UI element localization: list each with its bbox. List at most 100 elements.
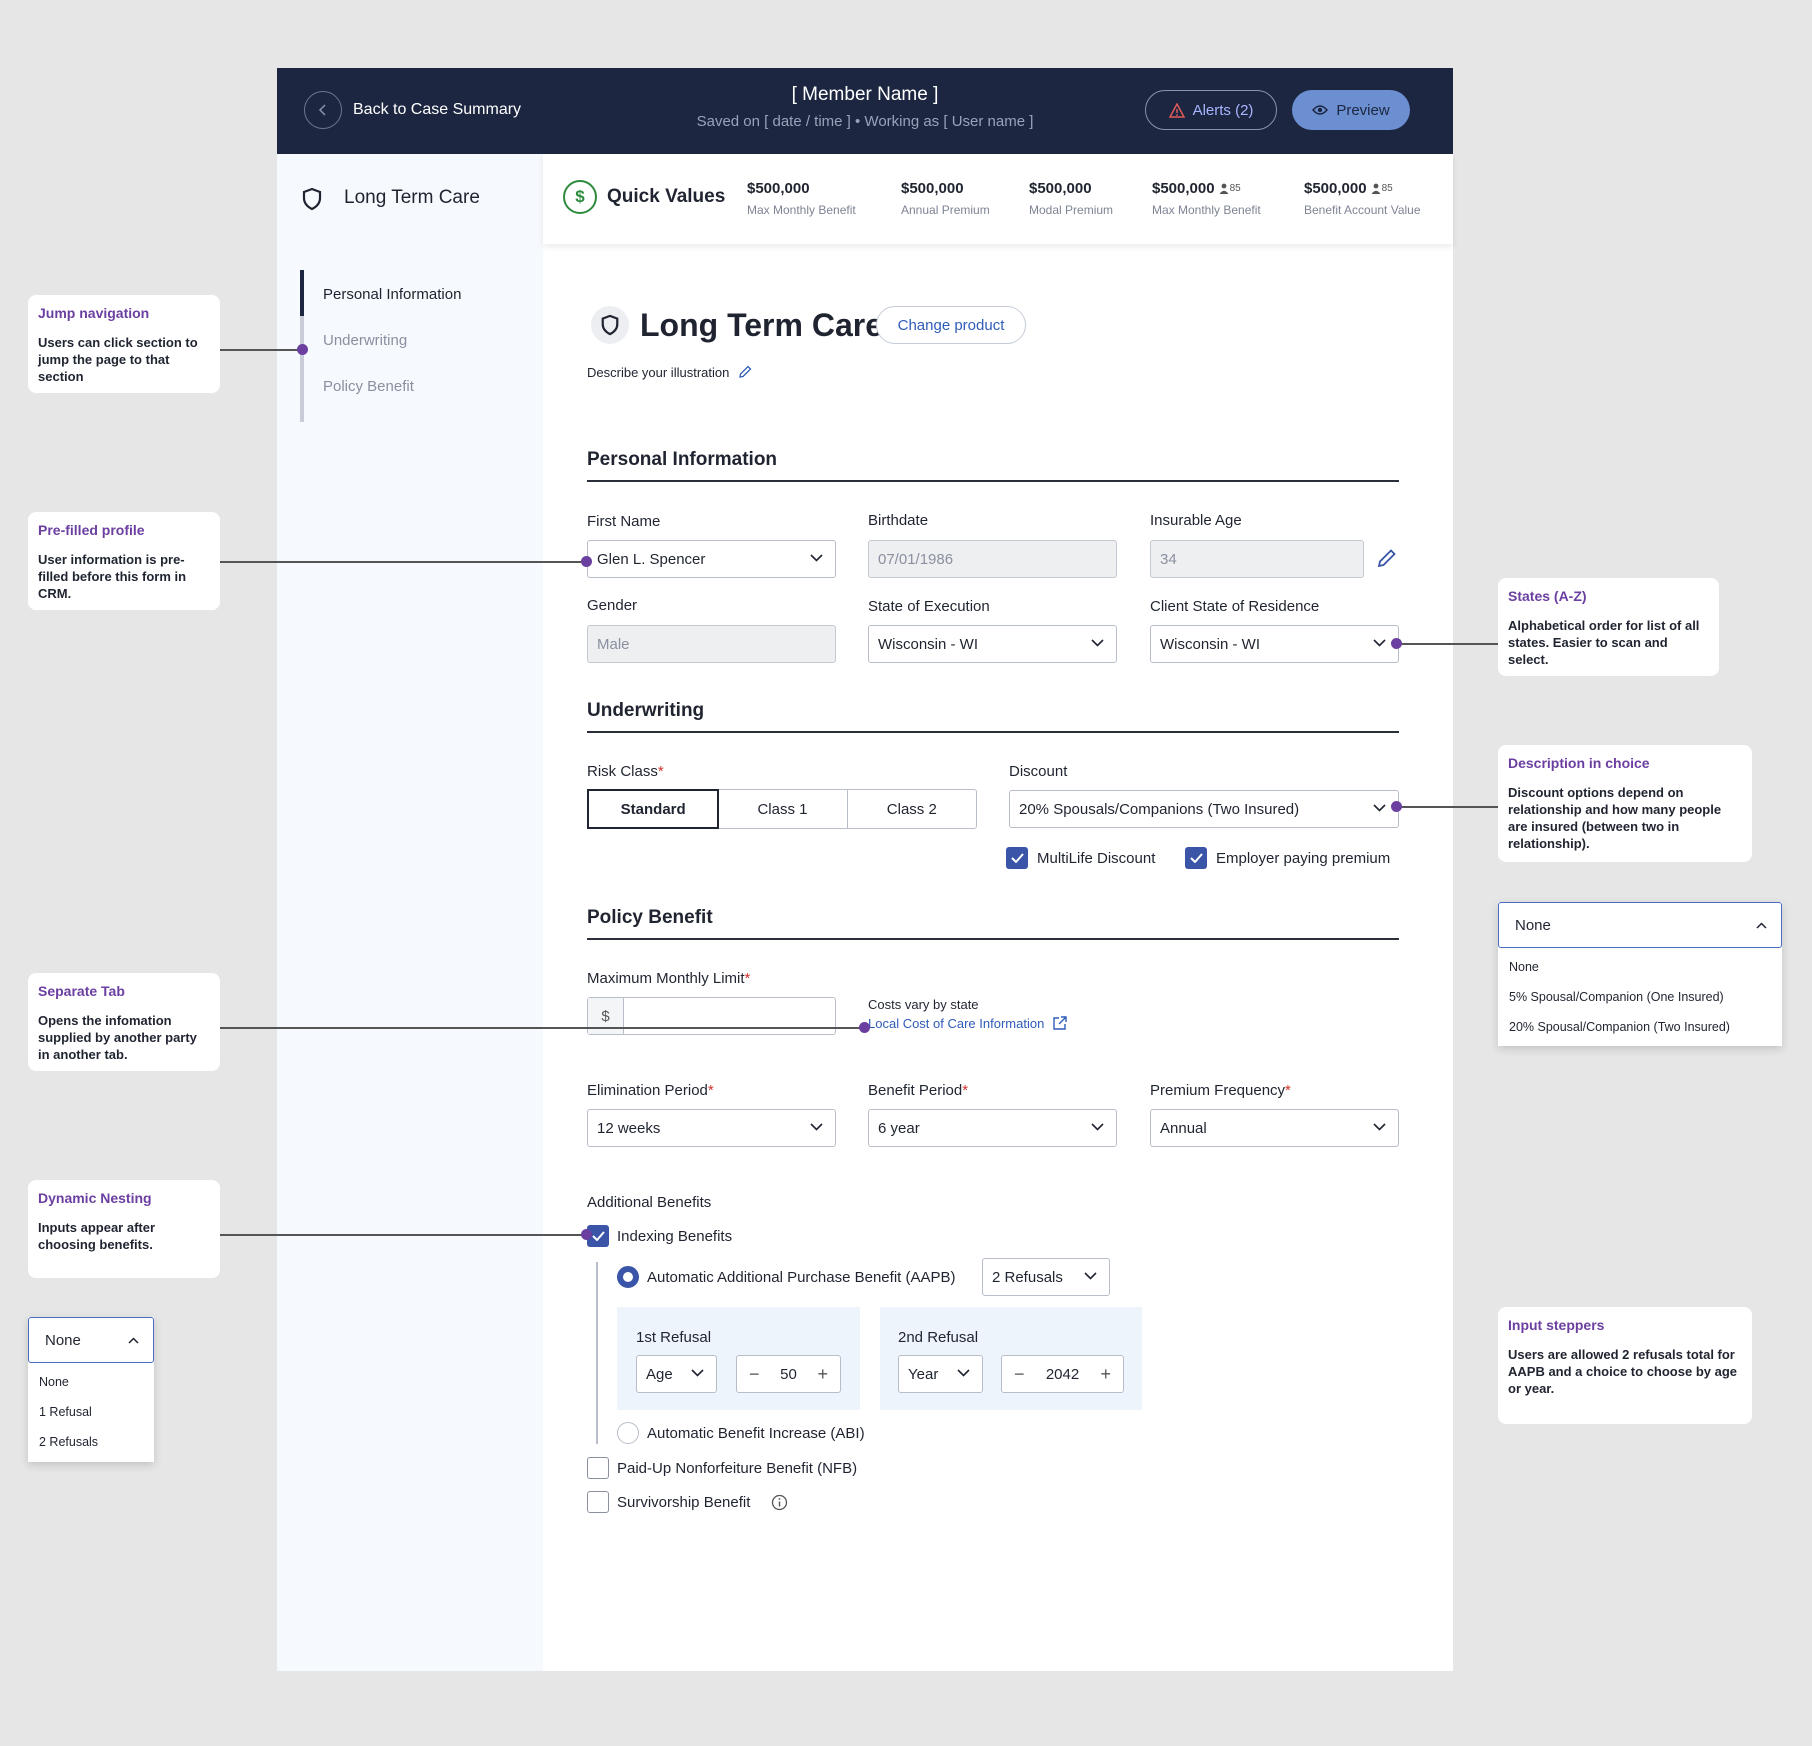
discount-label: Discount [1009, 763, 1068, 780]
abi-label: Automatic Benefit Increase (ABI) [647, 1425, 865, 1442]
refusal-1-value[interactable]: 50 [780, 1366, 797, 1383]
gender-value: Male [597, 635, 630, 653]
plus-icon[interactable]: + [1100, 1364, 1111, 1385]
quick-value-label: Benefit Account Value [1304, 203, 1421, 217]
preview-button[interactable]: Preview [1292, 90, 1410, 130]
discount-value: 20% Spousals/Companions (Two Insured) [1019, 800, 1300, 818]
chevron-down-icon [1373, 804, 1386, 812]
annotation-title: States (A-Z) [1508, 588, 1587, 604]
risk-class-standard[interactable]: Standard [587, 789, 720, 829]
info-icon[interactable] [771, 1494, 788, 1511]
abi-radio[interactable] [617, 1422, 639, 1444]
annotation-prefilled-profile: Pre-filled profile User information is p… [28, 512, 220, 610]
external-link-icon [1052, 1015, 1068, 1031]
quick-value-label: Modal Premium [1029, 203, 1114, 217]
pencil-icon[interactable] [737, 364, 753, 380]
edit-age-pencil-icon[interactable] [1375, 546, 1399, 570]
discount-dropdown-trigger[interactable]: None [1498, 902, 1782, 948]
quick-value-label: Max Monthly Benefit [1152, 203, 1261, 217]
birthdate-value: 07/01/1986 [878, 550, 954, 568]
annotation-marker [581, 556, 592, 567]
sidebar-item-personal-information[interactable]: Personal Information [323, 286, 461, 303]
sidebar-item-policy-benefit[interactable]: Policy Benefit [323, 378, 414, 395]
refusal-2-label: 2nd Refusal [898, 1329, 979, 1346]
discount-dropdown-option[interactable]: None [1509, 960, 1539, 974]
warning-icon [1168, 102, 1185, 118]
annotation-title: Separate Tab [38, 983, 125, 999]
state-of-execution-select[interactable]: Wisconsin - WI [868, 625, 1117, 663]
minus-icon[interactable]: − [749, 1364, 760, 1385]
refusals-dropdown-option[interactable]: 2 Refusals [39, 1435, 98, 1449]
shield-icon [301, 187, 323, 211]
annotation-connector [220, 561, 585, 563]
nfb-checkbox[interactable] [587, 1457, 609, 1479]
employer-paying-checkbox[interactable] [1185, 847, 1207, 869]
survivorship-checkbox[interactable] [587, 1491, 609, 1513]
quick-value-item: $500,000 Annual Premium [901, 180, 990, 217]
state-of-execution-value: Wisconsin - WI [878, 635, 979, 653]
refusal-2-type-select[interactable]: Year [898, 1355, 983, 1393]
discount-dropdown-option[interactable]: 20% Spousal/Companion (Two Insured) [1509, 1020, 1730, 1034]
risk-class-label: Risk Class* [587, 763, 664, 780]
product-shield-icon [591, 306, 629, 344]
chevron-down-icon [1373, 639, 1386, 647]
state-of-residence-select[interactable]: Wisconsin - WI [1150, 625, 1399, 663]
annotation-separate-tab: Separate Tab Opens the infomation suppli… [28, 973, 220, 1071]
page-title: Long Term Care [640, 307, 883, 343]
checkmark-icon [591, 1231, 605, 1241]
risk-class-2[interactable]: Class 2 [848, 790, 976, 828]
currency-prefix: $ [588, 998, 624, 1034]
multilife-discount-label: MultiLife Discount [1037, 850, 1156, 867]
benefit-period-label: Benefit Period* [868, 1082, 969, 1099]
local-cost-link-label: Local Cost of Care Information [868, 1015, 1045, 1031]
plus-icon[interactable]: + [817, 1364, 828, 1385]
change-product-button[interactable]: Change product [876, 306, 1026, 344]
insured-count-badge: 85 [1371, 183, 1393, 194]
aapb-refusals-select[interactable]: 2 Refusals [982, 1258, 1110, 1296]
describe-label: Describe your illustration [587, 364, 730, 380]
sidebar-item-underwriting[interactable]: Underwriting [323, 332, 407, 349]
refusal-2-value[interactable]: 2042 [1046, 1366, 1079, 1383]
max-monthly-limit-label: Maximum Monthly Limit* [587, 970, 751, 987]
refusal-2-stepper: − 2042 + [1001, 1355, 1124, 1393]
benefit-period-select[interactable]: 6 year [868, 1109, 1117, 1147]
annotation-states: States (A-Z) Alphabetical order for list… [1498, 578, 1719, 676]
chevron-down-icon [1091, 639, 1104, 647]
insured-count: 85 [1381, 183, 1393, 194]
local-cost-link[interactable]: Local Cost of Care Information [868, 1015, 1068, 1031]
refusals-dropdown-trigger[interactable]: None [28, 1317, 154, 1363]
alerts-button[interactable]: Alerts (2) [1145, 90, 1277, 130]
max-monthly-limit-input[interactable]: $ [587, 997, 836, 1035]
annotation-body: Users are allowed 2 refusals total for A… [1508, 1347, 1737, 1396]
refusals-dropdown-option[interactable]: None [39, 1375, 69, 1389]
chevron-up-icon [128, 1337, 139, 1344]
describe-illustration[interactable]: Describe your illustration [587, 364, 753, 380]
annotation-marker [859, 1022, 870, 1033]
discount-select[interactable]: 20% Spousals/Companions (Two Insured) [1009, 790, 1399, 828]
premium-frequency-select[interactable]: Annual [1150, 1109, 1399, 1147]
refusal-2-type-value: Year [908, 1365, 939, 1383]
annotation-jump-navigation: Jump navigation Users can click section … [28, 295, 220, 393]
discount-dropdown-selected: None [1515, 916, 1551, 934]
state-of-execution-label: State of Execution [868, 598, 990, 615]
quick-value-item: $500,000 Max Monthly Benefit [747, 180, 856, 217]
dollar-icon: $ [563, 180, 597, 214]
refusal-1-type-select[interactable]: Age [636, 1355, 717, 1393]
aapb-radio[interactable] [617, 1266, 639, 1288]
quick-value-amount: $500,000 [747, 180, 810, 197]
checkmark-icon [1010, 853, 1024, 863]
annotation-body: Discount options depend on relationship … [1508, 785, 1722, 851]
aapb-label: Automatic Additional Purchase Benefit (A… [647, 1269, 956, 1286]
multilife-discount-checkbox[interactable] [1006, 847, 1028, 869]
chevron-down-icon [691, 1369, 704, 1377]
annotation-title: Description in choice [1508, 755, 1650, 771]
first-name-select[interactable]: Glen L. Spencer [587, 540, 836, 578]
quick-value-label: Annual Premium [901, 203, 990, 217]
risk-class-1[interactable]: Class 1 [718, 790, 848, 828]
minus-icon[interactable]: − [1014, 1364, 1025, 1385]
refusals-dropdown-option[interactable]: 1 Refusal [39, 1405, 92, 1419]
elimination-period-select[interactable]: 12 weeks [587, 1109, 836, 1147]
discount-dropdown-option[interactable]: 5% Spousal/Companion (One Insured) [1509, 990, 1724, 1004]
insurable-age-field: 34 [1150, 540, 1364, 578]
quick-values-title: Quick Values [607, 186, 726, 207]
